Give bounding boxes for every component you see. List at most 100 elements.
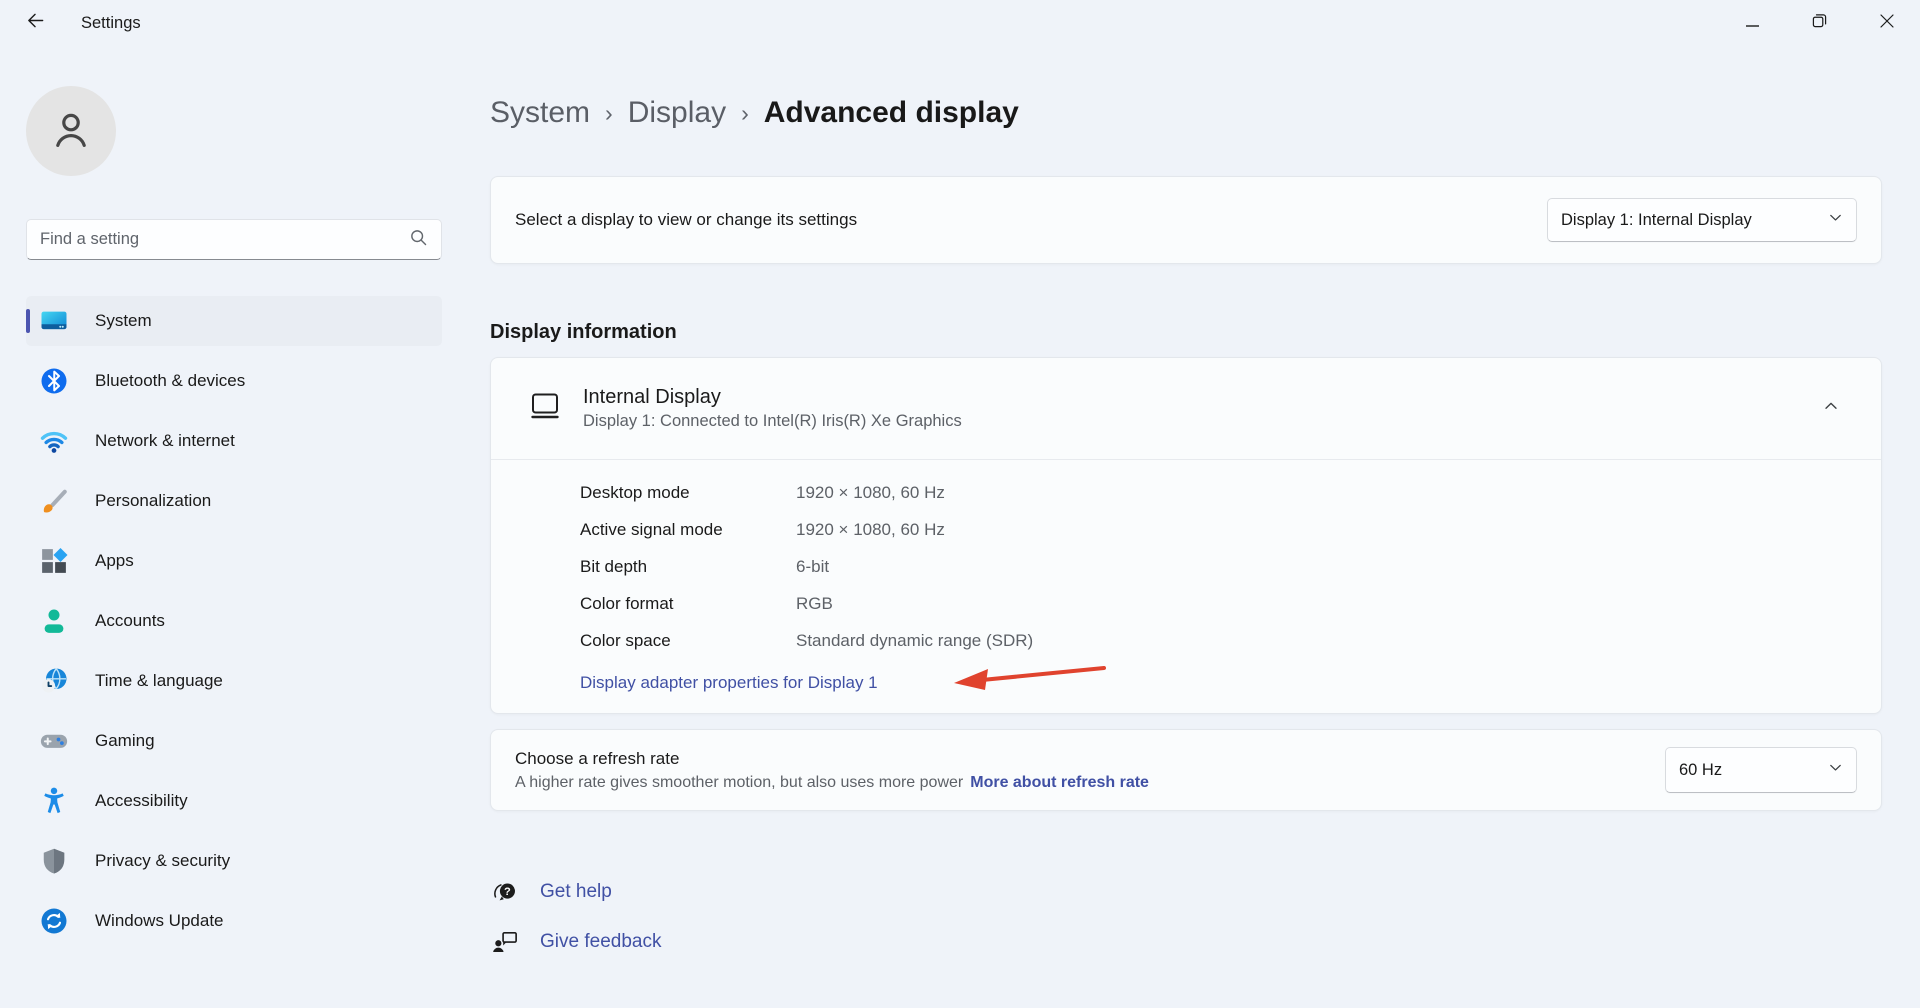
refresh-rate-card: Choose a refresh rate A higher rate give… bbox=[490, 729, 1882, 811]
more-about-refresh-rate-link[interactable]: More about refresh rate bbox=[970, 774, 1149, 792]
sidebar-item-gaming[interactable]: Gaming bbox=[26, 716, 442, 766]
sidebar-item-bluetooth-devices[interactable]: Bluetooth & devices bbox=[26, 356, 442, 406]
privacy-security-icon bbox=[39, 846, 69, 876]
sidebar-item-label: Privacy & security bbox=[95, 851, 230, 871]
select-display-label: Select a display to view or change its s… bbox=[515, 210, 857, 230]
select-display-card: Select a display to view or change its s… bbox=[490, 176, 1882, 264]
refresh-rate-texts: Choose a refresh rate A higher rate give… bbox=[515, 749, 1149, 792]
device-name: Internal Display bbox=[583, 386, 962, 409]
user-avatar-icon bbox=[47, 105, 95, 158]
detail-row-bit-depth: Bit depth 6-bit bbox=[580, 555, 1857, 578]
display-info-header: Internal Display Display 1: Connected to… bbox=[491, 358, 1881, 459]
detail-label: Desktop mode bbox=[580, 483, 796, 503]
minimize-button[interactable] bbox=[1719, 0, 1786, 46]
refresh-rate-value: 60 Hz bbox=[1679, 761, 1722, 780]
close-icon bbox=[1880, 14, 1894, 33]
sidebar-item-apps[interactable]: Apps bbox=[26, 536, 442, 586]
back-button[interactable] bbox=[13, 6, 57, 40]
titlebar: Settings bbox=[0, 0, 1920, 46]
chevron-up-icon bbox=[1823, 398, 1839, 419]
search-input[interactable] bbox=[40, 230, 409, 249]
detail-row-active-signal-mode: Active signal mode 1920 × 1080, 60 Hz bbox=[580, 518, 1857, 541]
sidebar-item-label: Accessibility bbox=[95, 791, 188, 811]
detail-label: Active signal mode bbox=[580, 520, 796, 540]
window-title: Settings bbox=[81, 14, 141, 33]
detail-label: Color format bbox=[580, 594, 796, 614]
system-icon bbox=[39, 306, 69, 336]
get-help-item[interactable]: ? Get help bbox=[490, 875, 1882, 909]
sidebar-item-windows-update[interactable]: Windows Update bbox=[26, 896, 442, 946]
detail-label: Bit depth bbox=[580, 557, 796, 577]
refresh-rate-title: Choose a refresh rate bbox=[515, 749, 1149, 769]
search-icon bbox=[409, 228, 428, 252]
apps-icon bbox=[39, 546, 69, 576]
breadcrumb-separator: › bbox=[605, 100, 613, 127]
sidebar-item-time-language[interactable]: Time & language bbox=[26, 656, 442, 706]
device-description: Display 1: Connected to Intel(R) Iris(R)… bbox=[583, 412, 962, 431]
accounts-icon bbox=[39, 606, 69, 636]
main-content: System › Display › Advanced display Sele… bbox=[465, 46, 1920, 1008]
detail-value: Standard dynamic range (SDR) bbox=[796, 631, 1033, 651]
back-arrow-icon bbox=[26, 11, 45, 35]
sidebar-item-system[interactable]: System bbox=[26, 296, 442, 346]
get-help-link[interactable]: Get help bbox=[540, 881, 612, 903]
minimize-icon bbox=[1746, 14, 1759, 32]
detail-value: 1920 × 1080, 60 Hz bbox=[796, 520, 945, 540]
sidebar-item-personalization[interactable]: Personalization bbox=[26, 476, 442, 526]
sidebar-item-network-internet[interactable]: Network & internet bbox=[26, 416, 442, 466]
sidebar-item-label: Accounts bbox=[95, 611, 165, 631]
detail-row-color-space: Color space Standard dynamic range (SDR) bbox=[580, 629, 1857, 652]
accessibility-icon bbox=[39, 786, 69, 816]
sidebar: System Bluetooth & devices Network & int… bbox=[0, 46, 465, 1008]
monitor-icon bbox=[528, 389, 562, 428]
detail-row-desktop-mode: Desktop mode 1920 × 1080, 60 Hz bbox=[580, 481, 1857, 504]
sidebar-item-label: Gaming bbox=[95, 731, 155, 751]
personalization-icon bbox=[39, 486, 69, 516]
refresh-rate-subrow: A higher rate gives smoother motion, but… bbox=[515, 774, 1149, 792]
window-controls bbox=[1719, 0, 1920, 46]
avatar bbox=[26, 86, 116, 176]
detail-value: 6-bit bbox=[796, 557, 829, 577]
search-box bbox=[26, 219, 442, 260]
maximize-restore-button[interactable] bbox=[1786, 0, 1853, 46]
sidebar-item-accessibility[interactable]: Accessibility bbox=[26, 776, 442, 826]
gaming-icon bbox=[39, 726, 69, 756]
chevron-down-icon bbox=[1828, 210, 1843, 230]
detail-value: 1920 × 1080, 60 Hz bbox=[796, 483, 945, 503]
sidebar-item-label: Windows Update bbox=[95, 911, 224, 931]
display-select-value: Display 1: Internal Display bbox=[1561, 211, 1752, 230]
get-help-icon: ? bbox=[490, 878, 520, 907]
sidebar-item-accounts[interactable]: Accounts bbox=[26, 596, 442, 646]
display-select-dropdown[interactable]: Display 1: Internal Display bbox=[1547, 198, 1857, 242]
display-info-titles: Internal Display Display 1: Connected to… bbox=[583, 386, 962, 431]
refresh-rate-dropdown[interactable]: 60 Hz bbox=[1665, 747, 1857, 793]
give-feedback-item[interactable]: Give feedback bbox=[490, 925, 1882, 959]
svg-text:?: ? bbox=[504, 885, 511, 897]
windows-update-icon bbox=[39, 906, 69, 936]
display-information-card: Internal Display Display 1: Connected to… bbox=[490, 357, 1882, 714]
give-feedback-icon bbox=[490, 928, 520, 957]
chevron-down-icon bbox=[1828, 760, 1843, 780]
breadcrumb-display[interactable]: Display bbox=[628, 96, 726, 130]
sidebar-item-label: System bbox=[95, 311, 152, 331]
refresh-rate-description: A higher rate gives smoother motion, but… bbox=[515, 774, 963, 792]
sidebar-item-label: Bluetooth & devices bbox=[95, 371, 245, 391]
close-button[interactable] bbox=[1853, 0, 1920, 46]
sidebar-item-label: Network & internet bbox=[95, 431, 235, 451]
sidebar-item-privacy-security[interactable]: Privacy & security bbox=[26, 836, 442, 886]
breadcrumb: System › Display › Advanced display bbox=[490, 90, 1882, 135]
breadcrumb-separator: › bbox=[741, 100, 749, 127]
sidebar-nav: System Bluetooth & devices Network & int… bbox=[26, 296, 442, 956]
footer-links: ? Get help Give feedback bbox=[490, 875, 1882, 959]
collapse-expander-button[interactable] bbox=[1811, 389, 1851, 429]
display-info-details: Desktop mode 1920 × 1080, 60 Hz Active s… bbox=[491, 460, 1881, 713]
bluetooth-icon bbox=[39, 366, 69, 396]
detail-row-color-format: Color format RGB bbox=[580, 592, 1857, 615]
give-feedback-link[interactable]: Give feedback bbox=[540, 931, 661, 953]
sidebar-item-label: Personalization bbox=[95, 491, 211, 511]
display-adapter-properties-link[interactable]: Display adapter properties for Display 1 bbox=[580, 673, 878, 693]
detail-label: Color space bbox=[580, 631, 796, 651]
sidebar-item-label: Time & language bbox=[95, 671, 223, 691]
detail-value: RGB bbox=[796, 594, 833, 614]
breadcrumb-system[interactable]: System bbox=[490, 96, 590, 130]
